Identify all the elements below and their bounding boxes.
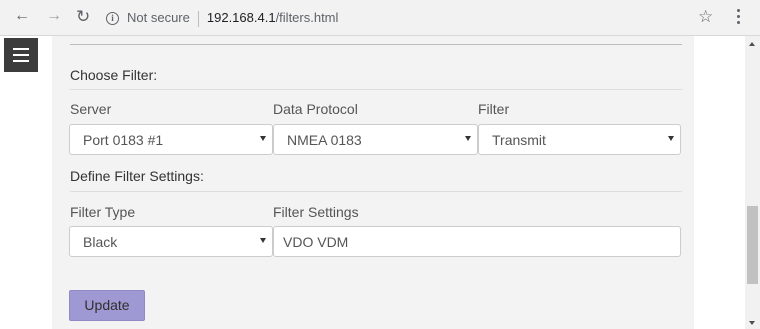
- filter-select-value: Transmit: [492, 132, 546, 148]
- server-label: Server: [70, 101, 112, 117]
- scroll-down-arrow-icon[interactable]: [749, 321, 755, 325]
- reload-icon[interactable]: ↻: [76, 7, 90, 27]
- filter-settings-input-value: VDO VDM: [283, 234, 349, 250]
- chevron-down-icon: [260, 136, 266, 141]
- hamburger-line: [13, 48, 29, 50]
- server-select[interactable]: Port 0183 #1: [69, 124, 273, 155]
- server-select-value: Port 0183 #1: [83, 132, 164, 148]
- chevron-down-icon: [465, 136, 471, 141]
- update-button[interactable]: Update: [69, 290, 145, 321]
- section-divider: [70, 191, 682, 192]
- browser-toolbar: ← → ↻ i Not secure 192.168.4.1/filters.htm…: [0, 0, 760, 36]
- url-path: /filters.html: [275, 10, 339, 25]
- chevron-down-icon: [260, 238, 266, 243]
- section-divider: [70, 89, 682, 90]
- data-protocol-select-value: NMEA 0183: [287, 132, 362, 148]
- filter-settings-input[interactable]: VDO VDM: [273, 226, 681, 257]
- info-icon[interactable]: i: [106, 12, 119, 26]
- page-scrollbar[interactable]: [745, 36, 760, 329]
- filter-type-label: Filter Type: [70, 204, 136, 220]
- back-arrow-icon[interactable]: ←: [14, 7, 30, 25]
- forward-arrow-icon[interactable]: →: [46, 7, 62, 25]
- bookmark-star-icon[interactable]: ☆: [698, 7, 713, 27]
- hamburger-line: [13, 60, 29, 62]
- kebab-menu-icon[interactable]: [737, 9, 741, 27]
- address-bar[interactable]: i Not secure 192.168.4.1/filters.html: [106, 5, 338, 31]
- filter-type-select[interactable]: Black: [69, 226, 273, 257]
- url-host: 192.168.4.1: [206, 10, 276, 25]
- top-divider: [70, 44, 682, 45]
- define-filter-settings-heading: Define Filter Settings:: [70, 168, 204, 184]
- filter-settings-label: Filter Settings: [273, 204, 359, 220]
- chevron-down-icon: [668, 136, 674, 141]
- security-label: Not secure: [127, 10, 190, 25]
- filter-form-panel: Choose Filter: Server Data Protocol Filt…: [52, 36, 694, 329]
- address-divider: [197, 10, 199, 27]
- data-protocol-select[interactable]: NMEA 0183: [273, 124, 478, 155]
- scroll-up-arrow-icon[interactable]: [749, 42, 755, 46]
- scrollbar-thumb[interactable]: [747, 206, 758, 284]
- data-protocol-label: Data Protocol: [273, 101, 358, 117]
- filter-label: Filter: [478, 101, 510, 117]
- choose-filter-heading: Choose Filter:: [70, 67, 158, 83]
- filter-type-select-value: Black: [83, 234, 118, 250]
- hamburger-menu-button[interactable]: [4, 38, 38, 72]
- hamburger-line: [13, 54, 29, 56]
- filter-select[interactable]: Transmit: [478, 124, 681, 155]
